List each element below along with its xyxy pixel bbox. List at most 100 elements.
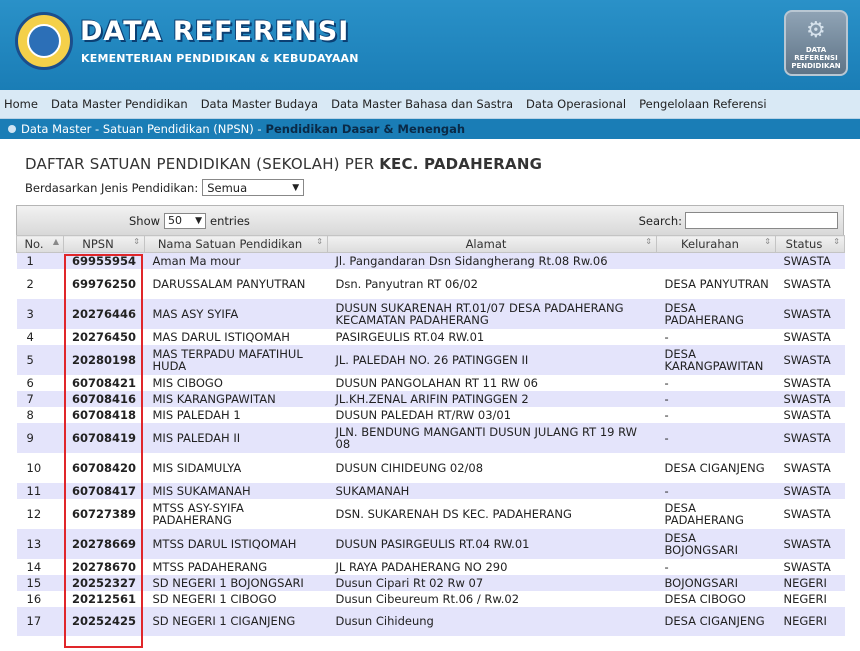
table-body: 1 69955954 Aman Ma mour Jl. Pangandaran Dsn… (16, 252, 845, 636)
npsn-cell[interactable]: 20252327 (63, 574, 145, 591)
address-cell: DUSUN SUKARENAH RT.01/07 DESA PADAHERANG… (327, 298, 657, 329)
show-label: Show (129, 213, 161, 228)
breadcrumb-current: Pendidikan Dasar & Menengah (265, 122, 466, 136)
row-number: 8 (16, 406, 64, 423)
main-nav: Home Data Master Pendidikan Data Master … (0, 90, 860, 119)
address-cell: DUSUN PASIRGEULIS RT.04 RW.01 (327, 528, 657, 559)
kelurahan-cell: DESA CIGANJENG (656, 452, 776, 483)
row-number: 13 (16, 528, 64, 559)
npsn-cell[interactable]: 60708419 (63, 422, 145, 453)
npsn-cell[interactable]: 20252425 (63, 606, 145, 636)
nav-data-master-budaya[interactable]: Data Master Budaya (201, 97, 318, 111)
school-name-cell: MIS CIBOGO (144, 374, 328, 391)
table-row: 4 20276450 MAS DARUL ISTIQOMAH PASIRGEULIS … (16, 328, 845, 345)
school-name-cell: SD NEGERI 1 CIBOGO (144, 590, 328, 607)
status-cell: SWASTA (775, 344, 845, 375)
row-number: 17 (16, 606, 64, 636)
page-title-kecamatan: KEC. PADAHERANG (379, 155, 543, 173)
npsn-cell[interactable]: 20212561 (63, 590, 145, 607)
npsn-cell[interactable]: 60708416 (63, 390, 145, 407)
status-cell: SWASTA (775, 390, 845, 407)
npsn-cell[interactable]: 60708421 (63, 374, 145, 391)
nav-pengelolaan-referensi[interactable]: Pengelolaan Referensi (639, 97, 766, 111)
npsn-cell[interactable]: 60727389 (63, 498, 145, 529)
table-row: 1 69955954 Aman Ma mour Jl. Pangandaran Dsn… (16, 252, 845, 269)
search-input[interactable] (685, 212, 838, 229)
school-name-cell: MAS DARUL ISTIQOMAH (144, 328, 328, 345)
address-cell: Dusun Cihideung (327, 606, 657, 636)
npsn-cell[interactable]: 20278670 (63, 558, 145, 575)
address-cell: Dusun Cipari Rt 02 Rw 07 (327, 574, 657, 591)
nav-data-operasional[interactable]: Data Operasional (526, 97, 626, 111)
row-number: 12 (16, 498, 64, 529)
row-number: 3 (16, 298, 64, 329)
kelurahan-cell: - (656, 558, 776, 575)
breadcrumb-path[interactable]: Data Master - Satuan Pendidikan (NPSN) - (21, 122, 262, 136)
page-length-select[interactable]: 50 ▼ (164, 212, 207, 229)
npsn-cell[interactable]: 20276446 (63, 298, 145, 329)
school-name-cell: MTSS ASY-SYIFA PADAHERANG (144, 498, 328, 529)
table-row: 14 20278670 MTSS PADAHERANG JL RAYA PADAHER… (16, 558, 845, 575)
npsn-cell[interactable]: 60708417 (63, 482, 145, 499)
site-title: DATA REFERENSI (80, 16, 350, 47)
col-header-no[interactable]: No. ▲ (16, 235, 64, 253)
school-table-wrapper: Show 50 ▼ entries Search: No. ▲ NPSN ⇕ N… (16, 205, 845, 636)
status-cell: SWASTA (775, 406, 845, 423)
address-cell: JLN. BENDUNG MANGANTI DUSUN JULANG RT 19… (327, 422, 657, 453)
row-number: 4 (16, 328, 64, 345)
kelurahan-cell: DESA PADAHERANG (656, 298, 776, 329)
npsn-cell[interactable]: 20278669 (63, 528, 145, 559)
table-row: 6 60708421 MIS CIBOGO DUSUN PANGOLAHAN RT 1… (16, 374, 845, 391)
col-header-npsn[interactable]: NPSN ⇕ (63, 235, 145, 253)
nav-data-master-bahasa[interactable]: Data Master Bahasa dan Sastra (331, 97, 513, 111)
data-referensi-badge[interactable]: ⚙ DATA REFERENSI PENDIDIKAN (784, 10, 848, 76)
nav-data-master-pendidikan[interactable]: Data Master Pendidikan (51, 97, 188, 111)
npsn-cell[interactable]: 69976250 (63, 268, 145, 299)
col-header-kelurahan[interactable]: Kelurahan ⇕ (656, 235, 776, 253)
address-cell: Jl. Pangandaran Dsn Sidangherang Rt.08 R… (327, 252, 657, 269)
npsn-cell[interactable]: 20276450 (63, 328, 145, 345)
table-row: 2 69976250 DARUSSALAM PANYUTRAN Dsn. Panyut… (16, 268, 845, 299)
table-row: 5 20280198 MAS TERPADU MAFATIHUL HUDA JL. P… (16, 344, 845, 375)
col-header-nama[interactable]: Nama Satuan Pendidikan ⇕ (144, 235, 328, 253)
ministry-logo[interactable] (15, 12, 73, 70)
badge-line: DATA (805, 46, 827, 54)
col-header-status[interactable]: Status ⇕ (775, 235, 845, 253)
filter-label: Berdasarkan Jenis Pendidikan: (25, 180, 199, 195)
row-number: 11 (16, 482, 64, 499)
sort-icon: ⇕ (645, 237, 652, 246)
nav-home[interactable]: Home (4, 97, 38, 111)
sort-icon: ⇕ (833, 237, 840, 246)
kelurahan-cell: - (656, 374, 776, 391)
npsn-cell[interactable]: 60708418 (63, 406, 145, 423)
address-cell: Dusun Cibeureum Rt.06 / Rw.02 (327, 590, 657, 607)
select-value: Semua (207, 180, 248, 195)
table-row: 7 60708416 MIS KARANGPAWITAN JL.KH.ZENAL AR… (16, 390, 845, 407)
col-header-alamat[interactable]: Alamat ⇕ (327, 235, 657, 253)
row-number: 7 (16, 390, 64, 407)
status-cell: SWASTA (775, 422, 845, 453)
status-cell: SWASTA (775, 374, 845, 391)
row-number: 6 (16, 374, 64, 391)
school-name-cell: MIS KARANGPAWITAN (144, 390, 328, 407)
school-table: No. ▲ NPSN ⇕ Nama Satuan Pendidikan ⇕ Alama… (16, 235, 845, 636)
npsn-cell[interactable]: 60708420 (63, 452, 145, 483)
kelurahan-cell: DESA PANYUTRAN (656, 268, 776, 299)
kelurahan-cell: DESA KARANGPAWITAN (656, 344, 776, 375)
education-type-select[interactable]: Semua ▼ (202, 179, 305, 196)
entries-label: entries (210, 213, 250, 228)
sort-icon: ⇕ (316, 237, 323, 246)
npsn-cell[interactable]: 69955954 (63, 252, 145, 269)
status-cell: NEGERI (775, 574, 845, 591)
kelurahan-cell: - (656, 406, 776, 423)
status-cell: SWASTA (775, 452, 845, 483)
table-row: 15 20252327 SD NEGERI 1 BOJONGSARI Dusun Ci… (16, 574, 845, 591)
kelurahan-cell: DESA PADAHERANG (656, 498, 776, 529)
search-label: Search: (638, 213, 682, 228)
row-number: 10 (16, 452, 64, 483)
row-number: 2 (16, 268, 64, 299)
bullet-icon (8, 125, 16, 133)
school-name-cell: Aman Ma mour (144, 252, 328, 269)
npsn-cell[interactable]: 20280198 (63, 344, 145, 375)
badge-line: REFERENSI (794, 54, 838, 62)
